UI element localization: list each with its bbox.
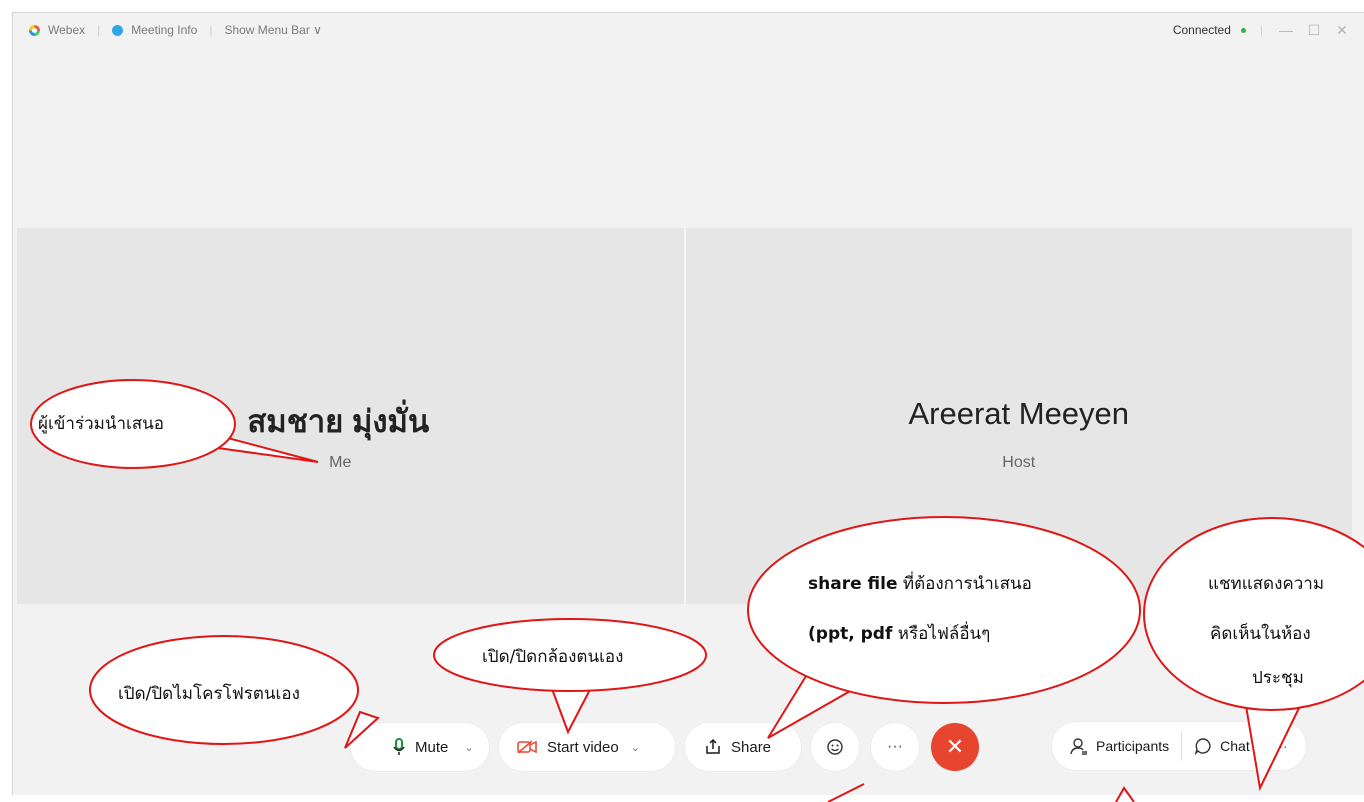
participants-label: Participants — [1096, 738, 1170, 754]
annotation-chat-line1: แชทแสดงความ — [1208, 574, 1325, 594]
title-bar: Webex | Meeting Info | Show Menu Bar ∨ C… — [13, 13, 1364, 47]
shield-icon — [112, 24, 124, 36]
share-button[interactable]: Share — [685, 723, 801, 771]
share-label: Share — [731, 738, 772, 756]
chat-button[interactable]: Chat — [1182, 722, 1262, 770]
chevron-down-icon[interactable]: ⌄ — [464, 741, 473, 754]
video-grid: สมชาย มุ่งมั่น Me Areerat Meeyen Host — [17, 228, 1352, 604]
chevron-down-icon: ∨ — [313, 23, 322, 37]
microphone-icon — [393, 738, 405, 756]
annotation-share-line2: (ppt, pdf หรือไฟล์อื่นๆ — [808, 620, 990, 647]
reactions-button[interactable] — [811, 723, 859, 771]
end-meeting-button[interactable]: ✕ — [931, 723, 979, 771]
start-video-label: Start video — [547, 738, 619, 756]
chat-label: Chat — [1220, 738, 1250, 754]
annotation-mic: เปิด/ปิดไมโครโฟรตนเอง — [118, 684, 300, 704]
more-panels-button[interactable]: ··· — [1262, 722, 1300, 770]
annotation-share-line1: share file ที่ต้องการนำเสนอ — [808, 570, 1032, 597]
chat-bubble-icon — [1194, 737, 1212, 755]
annotation-share-text: ที่ต้องการนำเสนอ — [897, 574, 1032, 594]
mute-label: Mute — [415, 738, 449, 756]
webex-logo-icon — [29, 24, 40, 36]
meeting-controls: Mute ⌄ Start video ⌄ Share ··· ✕ — [351, 722, 991, 772]
more-label: ··· — [887, 738, 903, 755]
person-icon — [1070, 737, 1088, 755]
status-dot-icon — [1240, 27, 1246, 33]
start-video-button[interactable]: Start video ⌄ — [499, 723, 675, 771]
more-label: ··· — [1273, 738, 1288, 754]
video-off-icon — [517, 740, 537, 754]
annotation-chat-line3: ประชุม — [1252, 668, 1304, 688]
participant-tile-host[interactable]: Areerat Meeyen Host — [683, 228, 1352, 604]
close-icon[interactable]: ✕ — [1333, 22, 1351, 39]
participant-role: Me — [329, 454, 352, 471]
share-icon — [705, 739, 721, 755]
annotation-chat-line2: คิดเห็นในห้อง — [1210, 624, 1311, 644]
close-icon: ✕ — [945, 734, 965, 759]
more-options-button[interactable]: ··· — [871, 723, 919, 771]
panel-buttons: Participants Chat ··· — [1052, 722, 1306, 770]
participant-role: Host — [1002, 454, 1036, 471]
show-menu-bar-button[interactable]: Show Menu Bar ∨ — [224, 23, 322, 37]
chevron-down-icon[interactable]: ⌄ — [631, 741, 640, 754]
meeting-info-button[interactable]: Meeting Info — [131, 23, 197, 37]
divider: | — [1259, 23, 1263, 37]
participant-name: Areerat Meeyen — [908, 396, 1130, 431]
participants-button[interactable]: Participants — [1058, 722, 1181, 770]
show-menu-bar-label: Show Menu Bar — [224, 23, 310, 37]
annotation-presenter: ผู้เข้าร่วมนำเสนอ — [38, 414, 165, 434]
divider: | — [209, 23, 213, 37]
connection-status: Connected — [1172, 23, 1231, 37]
annotation-share-bold: share file — [808, 574, 898, 594]
app-name: Webex — [48, 23, 86, 37]
mute-button[interactable]: Mute ⌄ — [351, 723, 489, 771]
annotation-camera: เปิด/ปิดกล้องตนเอง — [482, 647, 624, 667]
divider: | — [97, 23, 101, 37]
annotation-share-text: หรือไฟล์อื่นๆ — [892, 624, 991, 644]
smiley-icon — [827, 739, 843, 755]
minimize-icon[interactable]: — — [1277, 22, 1295, 38]
maximize-icon[interactable]: ☐ — [1305, 22, 1323, 39]
annotation-share-bold: (ppt, pdf — [808, 624, 893, 644]
